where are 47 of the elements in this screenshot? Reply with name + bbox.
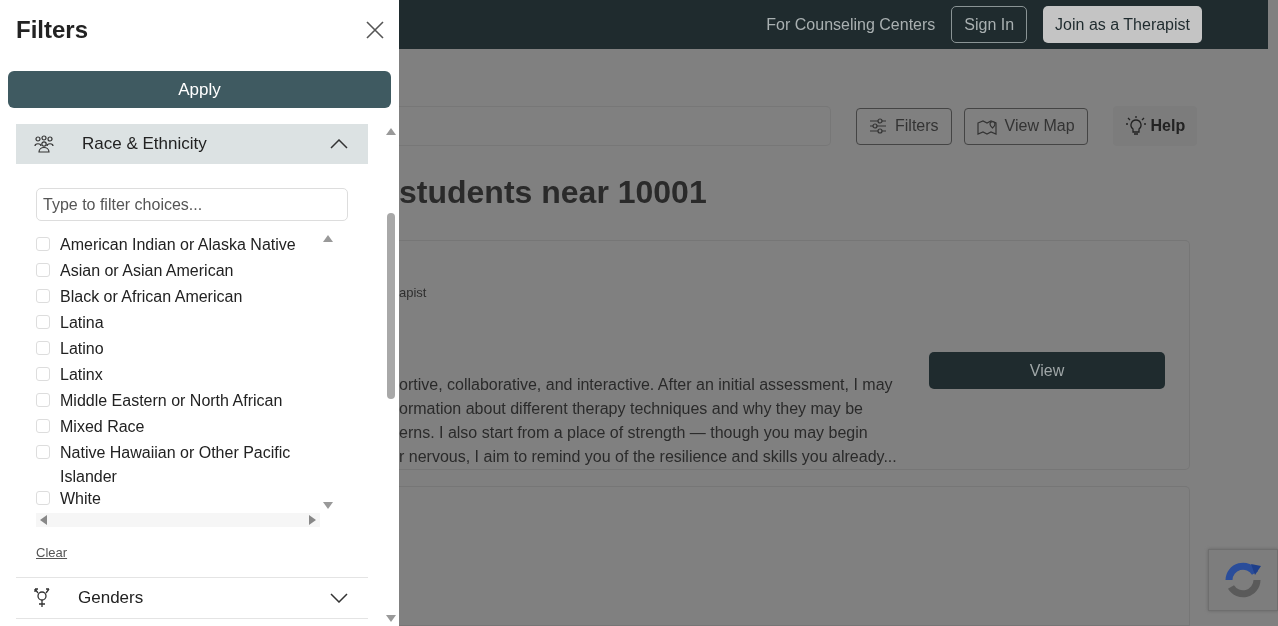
chevron-icon: [330, 593, 348, 603]
join-button[interactable]: Join as a Therapist: [1043, 6, 1202, 43]
results-heading: students near 10001: [399, 174, 708, 210]
result-subtitle: apist: [399, 285, 428, 301]
description-line: ormation about different therapy techniques and why they may be: [399, 399, 864, 419]
option-label: White: [60, 489, 102, 509]
checkbox[interactable]: [36, 491, 50, 505]
checkbox[interactable]: [36, 367, 50, 381]
toolbar-button[interactable]: Help: [1112, 106, 1198, 146]
checkbox[interactable]: [36, 445, 50, 459]
description-line: r nervous, I aim to remind you of the resilience and skills you already...: [399, 447, 898, 467]
sign-in-button[interactable]: Sign In: [951, 6, 1028, 43]
captcha-badge[interactable]: [1208, 549, 1278, 611]
nav-link[interactable]: For Counseling Centers: [766, 15, 936, 34]
search-field[interactable]: [399, 106, 831, 146]
filter-field[interactable]: Type to filter choices...: [36, 188, 348, 221]
people-icon: [34, 135, 54, 153]
checkbox[interactable]: [36, 315, 50, 329]
gender-icon: [34, 588, 50, 608]
clear-link[interactable]: Clear: [36, 545, 68, 560]
apply-button[interactable]: Apply: [8, 71, 391, 108]
sliders-icon: [869, 118, 887, 134]
close-icon[interactable]: [365, 20, 385, 40]
checkbox[interactable]: [36, 263, 50, 277]
option-label: Latino: [60, 339, 105, 359]
option-label: Latinx: [60, 365, 104, 385]
option-label: Native Hawaiian or Other Pacific Islander: [60, 443, 292, 487]
option-label: Mixed Race: [60, 417, 146, 437]
option-label: Middle Eastern or North African: [60, 391, 284, 411]
map-icon: [976, 117, 997, 135]
section-header[interactable]: Race & Ethnicity: [16, 124, 368, 164]
chevron-icon: [330, 139, 348, 149]
option-label: Latina: [60, 313, 105, 333]
checkbox[interactable]: [36, 341, 50, 355]
lightbulb-icon: [1124, 116, 1147, 136]
checkbox[interactable]: [36, 393, 50, 407]
view-button[interactable]: View: [929, 352, 1165, 389]
option-label: Black or African American: [60, 287, 244, 307]
checkbox[interactable]: [36, 237, 50, 251]
description-line: erns. I also start from a place of strength — though you may begin: [399, 423, 869, 443]
checkbox[interactable]: [36, 419, 50, 433]
scrollbar[interactable]: [36, 513, 320, 527]
option-label: Asian or Asian American: [60, 261, 235, 281]
checkbox[interactable]: [36, 289, 50, 303]
option-label: American Indian or Alaska Native: [60, 235, 297, 255]
panel-title: Filters: [16, 16, 89, 44]
description-line: ortive, collaborative, and interactive. After an initial assessment, I may: [399, 375, 894, 395]
